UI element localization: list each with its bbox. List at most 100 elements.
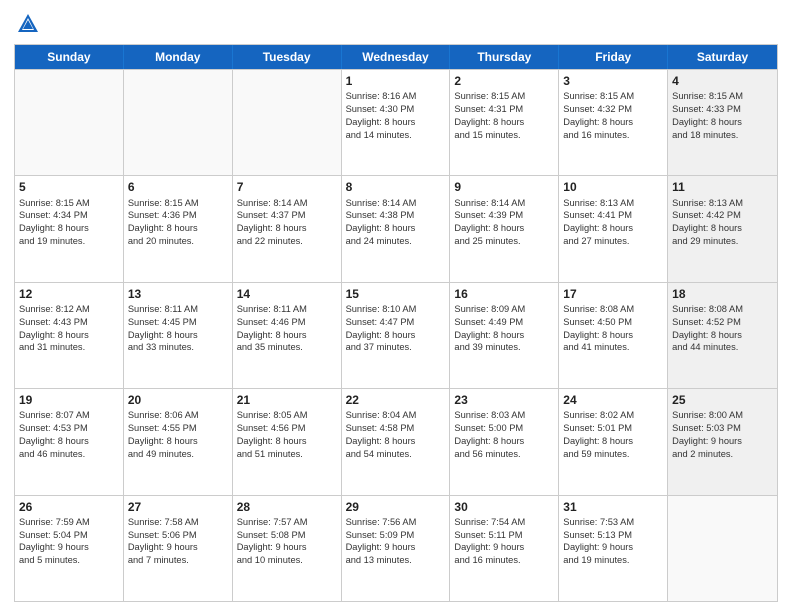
- day-number: 5: [19, 179, 119, 195]
- cell-content: Sunrise: 8:15 AM Sunset: 4:33 PM Dayligh…: [672, 90, 773, 141]
- day-number: 13: [128, 286, 228, 302]
- calendar-cell: 20Sunrise: 8:06 AM Sunset: 4:55 PM Dayli…: [124, 389, 233, 494]
- cell-content: Sunrise: 8:10 AM Sunset: 4:47 PM Dayligh…: [346, 303, 446, 354]
- cell-content: Sunrise: 8:00 AM Sunset: 5:03 PM Dayligh…: [672, 409, 773, 460]
- calendar-cell: [15, 70, 124, 175]
- day-number: 28: [237, 499, 337, 515]
- calendar-cell: [233, 70, 342, 175]
- day-number: 23: [454, 392, 554, 408]
- calendar-row-2: 5 Sunrise: 8:15 AM Sunset: 4:34 PM Daylig…: [15, 175, 777, 281]
- calendar-cell: 28Sunrise: 7:57 AM Sunset: 5:08 PM Dayli…: [233, 496, 342, 601]
- calendar-cell: 15Sunrise: 8:10 AM Sunset: 4:47 PM Dayli…: [342, 283, 451, 388]
- calendar-cell: 14Sunrise: 8:11 AM Sunset: 4:46 PM Dayli…: [233, 283, 342, 388]
- day-number: 15: [346, 286, 446, 302]
- calendar-cell: 1Sunrise: 8:16 AM Sunset: 4:30 PM Daylig…: [342, 70, 451, 175]
- header-day-tuesday: Tuesday: [233, 45, 342, 69]
- day-number: 2: [454, 73, 554, 89]
- calendar-cell: 30Sunrise: 7:54 AM Sunset: 5:11 PM Dayli…: [450, 496, 559, 601]
- cell-content: Sunrise: 8:14 AM Sunset: 4:39 PM Dayligh…: [454, 197, 554, 248]
- day-number: 3: [563, 73, 663, 89]
- cell-content: Sunrise: 8:11 AM Sunset: 4:45 PM Dayligh…: [128, 303, 228, 354]
- page: SundayMondayTuesdayWednesdayThursdayFrid…: [0, 0, 792, 612]
- cell-content: Sunrise: 7:53 AM Sunset: 5:13 PM Dayligh…: [563, 516, 663, 567]
- day-number: 12: [19, 286, 119, 302]
- day-number: 4: [672, 73, 773, 89]
- calendar-cell: 4Sunrise: 8:15 AM Sunset: 4:33 PM Daylig…: [668, 70, 777, 175]
- calendar-cell: 11 Sunrise: 8:13 AM Sunset: 4:42 PM Dayli…: [668, 176, 777, 281]
- day-number: 8: [346, 179, 446, 195]
- calendar-cell: 3Sunrise: 8:15 AM Sunset: 4:32 PM Daylig…: [559, 70, 668, 175]
- cell-content: Sunrise: 8:13 AM Sunset: 4:42 PM Dayligh…: [672, 197, 773, 248]
- calendar-cell: 25Sunrise: 8:00 AM Sunset: 5:03 PM Dayli…: [668, 389, 777, 494]
- header-day-sunday: Sunday: [15, 45, 124, 69]
- cell-content: Sunrise: 8:15 AM Sunset: 4:31 PM Dayligh…: [454, 90, 554, 141]
- day-number: 27: [128, 499, 228, 515]
- calendar-cell: [668, 496, 777, 601]
- cell-content: Sunrise: 8:14 AM Sunset: 4:38 PM Dayligh…: [346, 197, 446, 248]
- cell-content: Sunrise: 8:08 AM Sunset: 4:52 PM Dayligh…: [672, 303, 773, 354]
- cell-content: Sunrise: 8:15 AM Sunset: 4:32 PM Dayligh…: [563, 90, 663, 141]
- header-day-saturday: Saturday: [668, 45, 777, 69]
- calendar-body: 1Sunrise: 8:16 AM Sunset: 4:30 PM Daylig…: [15, 69, 777, 601]
- calendar-cell: 23Sunrise: 8:03 AM Sunset: 5:00 PM Dayli…: [450, 389, 559, 494]
- day-number: 30: [454, 499, 554, 515]
- calendar-cell: 29Sunrise: 7:56 AM Sunset: 5:09 PM Dayli…: [342, 496, 451, 601]
- day-number: 7: [237, 179, 337, 195]
- calendar-cell: 17Sunrise: 8:08 AM Sunset: 4:50 PM Dayli…: [559, 283, 668, 388]
- calendar-cell: 27Sunrise: 7:58 AM Sunset: 5:06 PM Dayli…: [124, 496, 233, 601]
- day-number: 21: [237, 392, 337, 408]
- day-number: 20: [128, 392, 228, 408]
- calendar-cell: 12Sunrise: 8:12 AM Sunset: 4:43 PM Dayli…: [15, 283, 124, 388]
- day-number: 18: [672, 286, 773, 302]
- cell-content: Sunrise: 8:12 AM Sunset: 4:43 PM Dayligh…: [19, 303, 119, 354]
- day-number: 9: [454, 179, 554, 195]
- day-number: 16: [454, 286, 554, 302]
- calendar-cell: 24Sunrise: 8:02 AM Sunset: 5:01 PM Dayli…: [559, 389, 668, 494]
- cell-content: Sunrise: 7:57 AM Sunset: 5:08 PM Dayligh…: [237, 516, 337, 567]
- header-day-monday: Monday: [124, 45, 233, 69]
- cell-content: Sunrise: 8:15 AM Sunset: 4:34 PM Dayligh…: [19, 197, 119, 248]
- calendar-cell: 13Sunrise: 8:11 AM Sunset: 4:45 PM Dayli…: [124, 283, 233, 388]
- calendar-header-row: SundayMondayTuesdayWednesdayThursdayFrid…: [15, 45, 777, 69]
- calendar-cell: 2Sunrise: 8:15 AM Sunset: 4:31 PM Daylig…: [450, 70, 559, 175]
- logo-icon: [14, 10, 42, 38]
- calendar-cell: 10 Sunrise: 8:13 AM Sunset: 4:41 PM Dayli…: [559, 176, 668, 281]
- header: [14, 10, 778, 38]
- calendar-cell: 7 Sunrise: 8:14 AM Sunset: 4:37 PM Daylig…: [233, 176, 342, 281]
- cell-content: Sunrise: 8:07 AM Sunset: 4:53 PM Dayligh…: [19, 409, 119, 460]
- calendar-cell: 19Sunrise: 8:07 AM Sunset: 4:53 PM Dayli…: [15, 389, 124, 494]
- cell-content: Sunrise: 7:59 AM Sunset: 5:04 PM Dayligh…: [19, 516, 119, 567]
- cell-content: Sunrise: 8:05 AM Sunset: 4:56 PM Dayligh…: [237, 409, 337, 460]
- calendar: SundayMondayTuesdayWednesdayThursdayFrid…: [14, 44, 778, 602]
- calendar-cell: 22Sunrise: 8:04 AM Sunset: 4:58 PM Dayli…: [342, 389, 451, 494]
- day-number: 14: [237, 286, 337, 302]
- day-number: 6: [128, 179, 228, 195]
- calendar-cell: 26Sunrise: 7:59 AM Sunset: 5:04 PM Dayli…: [15, 496, 124, 601]
- day-number: 26: [19, 499, 119, 515]
- cell-content: Sunrise: 8:13 AM Sunset: 4:41 PM Dayligh…: [563, 197, 663, 248]
- day-number: 19: [19, 392, 119, 408]
- calendar-row-5: 26Sunrise: 7:59 AM Sunset: 5:04 PM Dayli…: [15, 495, 777, 601]
- cell-content: Sunrise: 8:09 AM Sunset: 4:49 PM Dayligh…: [454, 303, 554, 354]
- calendar-cell: 16Sunrise: 8:09 AM Sunset: 4:49 PM Dayli…: [450, 283, 559, 388]
- cell-content: Sunrise: 8:06 AM Sunset: 4:55 PM Dayligh…: [128, 409, 228, 460]
- day-number: 10: [563, 179, 663, 195]
- cell-content: Sunrise: 8:14 AM Sunset: 4:37 PM Dayligh…: [237, 197, 337, 248]
- cell-content: Sunrise: 8:02 AM Sunset: 5:01 PM Dayligh…: [563, 409, 663, 460]
- cell-content: Sunrise: 7:56 AM Sunset: 5:09 PM Dayligh…: [346, 516, 446, 567]
- cell-content: Sunrise: 8:04 AM Sunset: 4:58 PM Dayligh…: [346, 409, 446, 460]
- calendar-cell: 18Sunrise: 8:08 AM Sunset: 4:52 PM Dayli…: [668, 283, 777, 388]
- cell-content: Sunrise: 8:03 AM Sunset: 5:00 PM Dayligh…: [454, 409, 554, 460]
- day-number: 11: [672, 179, 773, 195]
- calendar-cell: [124, 70, 233, 175]
- calendar-cell: 9 Sunrise: 8:14 AM Sunset: 4:39 PM Daylig…: [450, 176, 559, 281]
- header-day-thursday: Thursday: [450, 45, 559, 69]
- cell-content: Sunrise: 8:11 AM Sunset: 4:46 PM Dayligh…: [237, 303, 337, 354]
- calendar-cell: 21Sunrise: 8:05 AM Sunset: 4:56 PM Dayli…: [233, 389, 342, 494]
- calendar-row-1: 1Sunrise: 8:16 AM Sunset: 4:30 PM Daylig…: [15, 69, 777, 175]
- cell-content: Sunrise: 7:54 AM Sunset: 5:11 PM Dayligh…: [454, 516, 554, 567]
- cell-content: Sunrise: 8:15 AM Sunset: 4:36 PM Dayligh…: [128, 197, 228, 248]
- day-number: 25: [672, 392, 773, 408]
- calendar-row-3: 12Sunrise: 8:12 AM Sunset: 4:43 PM Dayli…: [15, 282, 777, 388]
- day-number: 22: [346, 392, 446, 408]
